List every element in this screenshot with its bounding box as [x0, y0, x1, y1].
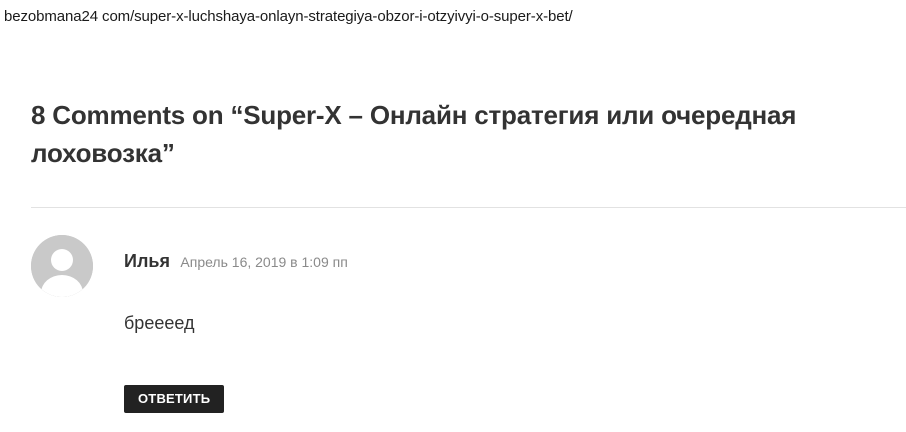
- page-url: bezobmana24 com/super-x-luchshaya-onlayn…: [4, 8, 573, 25]
- comment-text: бреееед: [124, 313, 195, 333]
- comments-title: 8 Comments on “Super-X – Онлайн стратеги…: [31, 100, 797, 168]
- default-user-avatar-icon: [31, 235, 93, 297]
- comment-date[interactable]: Апрель 16, 2019 в 1:09 пп: [180, 254, 347, 270]
- reply-button[interactable]: ОТВЕТИТЬ: [124, 385, 225, 413]
- divider: [31, 207, 906, 208]
- comment-author[interactable]: Илья: [124, 251, 170, 271]
- comment-meta: Илья Апрель 16, 2019 в 1:09 пп: [124, 251, 348, 272]
